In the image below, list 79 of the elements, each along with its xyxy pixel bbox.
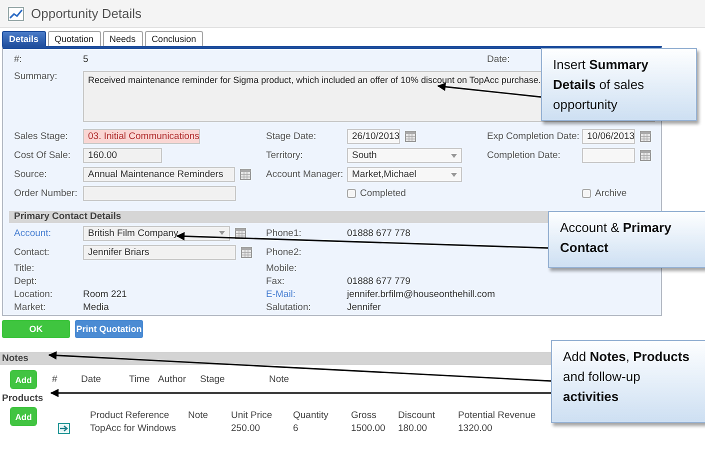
column-header: Quantity — [293, 410, 330, 421]
field-label: Contact: — [14, 247, 50, 258]
table-cell-text: 1500.00 — [351, 423, 386, 434]
tab[interactable]: Details — [2, 31, 46, 46]
field-label: Dept: — [14, 276, 38, 287]
callout-tooltip: Insert Summary Details of sales opportunity — [541, 48, 697, 121]
chart-icon — [8, 6, 24, 20]
input-field[interactable]: 160.00 — [83, 148, 162, 163]
column-header: # — [52, 374, 58, 385]
date-field[interactable]: 26/10/2013 — [347, 129, 400, 144]
date-field[interactable] — [582, 148, 635, 163]
field-label: Mobile: — [266, 263, 298, 274]
checkbox[interactable]: Archive — [582, 188, 627, 199]
table-cell-text: TopAcc for Windows — [90, 423, 178, 434]
field-label: Sales Stage: — [14, 131, 69, 142]
field-label: Location: — [14, 289, 54, 300]
lookup-field[interactable]: Jennifer Briars — [83, 245, 236, 260]
dropdown[interactable]: Market,Michael — [347, 167, 462, 182]
caret-icon — [451, 172, 457, 176]
table-cell-text: 180.00 — [398, 423, 428, 434]
field-value: Media — [83, 302, 109, 313]
field-value: 5 — [83, 54, 88, 64]
field-label: Account Manager: — [266, 169, 344, 180]
field-label[interactable]: E-Mail: — [266, 289, 347, 300]
column-header: Time — [129, 374, 151, 385]
field-value: Room 221 — [83, 289, 127, 300]
field-value: 01888 677 778 — [347, 228, 410, 238]
field-value: jennifer.brfilm@houseonthehill.com — [347, 289, 495, 300]
column-header: Discount — [398, 410, 436, 421]
section-title: Products — [2, 393, 44, 405]
input-field[interactable] — [83, 186, 236, 201]
caret-icon — [219, 231, 225, 235]
column-header: Stage — [200, 374, 226, 385]
field-value: 01888 677 779 — [347, 276, 410, 287]
field-label: Salutation: — [266, 302, 312, 313]
field-label: Title: — [14, 263, 36, 274]
field-label: Source: — [14, 169, 48, 180]
field-label: Stage Date: — [266, 131, 318, 142]
table-cell-text: 1320.00 — [458, 423, 494, 434]
dropdown[interactable]: British Film Company — [83, 226, 230, 240]
column-header: Author — [158, 374, 187, 385]
tab[interactable]: Needs — [102, 31, 143, 46]
column-header: Note — [269, 374, 290, 385]
field-label: Territory: — [266, 150, 304, 161]
field-label: Completion Date: — [487, 150, 562, 161]
lookup-field[interactable]: Annual Maintenance Reminders — [83, 167, 235, 182]
enter-arrow-icon[interactable] — [58, 423, 70, 434]
dropdown[interactable]: 03. Initial Communications — [83, 129, 200, 144]
field-label: Phone2: — [266, 247, 302, 258]
field-label: Exp Completion Date: — [487, 131, 580, 142]
field-label: Cost Of Sale: — [14, 150, 72, 161]
field-label: Summary: — [14, 71, 58, 84]
caret-icon — [451, 154, 457, 158]
column-header: Product Reference — [90, 410, 170, 421]
column-header: Gross — [351, 410, 378, 421]
date-field[interactable]: 10/06/2013 — [582, 129, 635, 144]
field-label: #: — [14, 54, 23, 64]
column-header: Note — [188, 410, 210, 421]
callout-tooltip: Add Notes, Products and follow-up activities — [551, 340, 705, 423]
table-cell-text: 250.00 — [231, 423, 262, 434]
field-label: Date: — [487, 54, 511, 64]
field-label[interactable]: Account: — [14, 228, 83, 238]
calendar-icon[interactable] — [235, 228, 246, 238]
field-value: Jennifer — [347, 302, 381, 313]
print-button[interactable]: Print Quotation — [75, 320, 143, 338]
checkbox[interactable]: Completed — [347, 188, 406, 199]
field-label: Market: — [14, 302, 47, 313]
callout-tooltip: Account & Primary Contact — [548, 211, 705, 268]
tab[interactable]: Quotation — [48, 31, 101, 46]
tab[interactable]: Conclusion — [144, 31, 204, 46]
field-label: Fax: — [266, 276, 286, 287]
column-header: Unit Price — [231, 410, 274, 421]
dropdown[interactable]: South — [347, 148, 462, 163]
table-cell-text: 6 — [293, 423, 300, 434]
field-label: Order Number: — [14, 188, 78, 199]
page-title: Opportunity Details — [31, 6, 142, 21]
column-header: Date — [81, 374, 102, 385]
column-header: Potential Revenue — [458, 410, 536, 421]
field-label: Phone1: — [266, 228, 302, 238]
